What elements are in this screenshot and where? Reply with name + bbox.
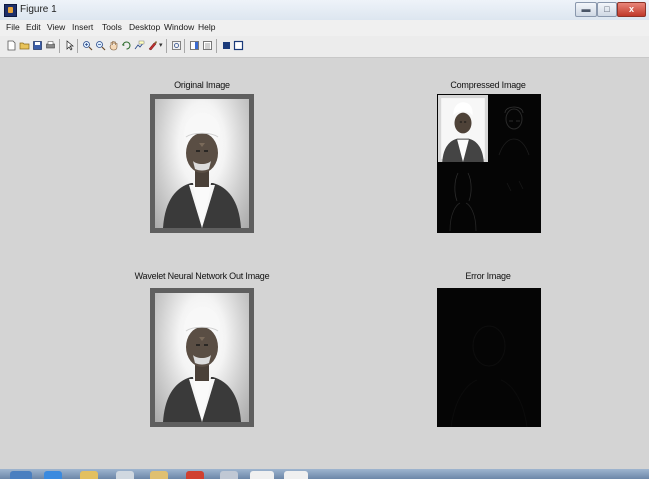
diagonal-detail-subband [506,180,524,192]
compressed-image-title: Compressed Image [450,80,526,90]
minimize-icon: ▬ [581,4,591,14]
insert-legend-icon[interactable] [202,40,213,51]
edit-plot-arrow-icon[interactable] [64,40,75,51]
approximation-subband [438,95,488,162]
taskbar-app[interactable] [116,471,134,479]
portrait-figure [163,113,241,228]
zoom-in-icon[interactable] [82,40,93,51]
taskbar-app[interactable] [150,471,168,479]
toolbar-separator [166,39,167,53]
start-button[interactable] [10,471,32,479]
link-plot-icon[interactable] [171,40,182,51]
original-image [150,94,254,233]
figure-toolbar: ▾ [0,36,649,58]
toolbar-separator [77,39,78,53]
error-image [437,288,541,428]
wnn-output-image-title: Wavelet Neural Network Out Image [134,271,270,281]
menu-bar: File Edit View Insert Tools Desktop Wind… [0,20,649,36]
menu-edit[interactable]: Edit [26,22,41,32]
windows-taskbar [0,469,649,479]
taskbar-app[interactable] [220,471,238,479]
menu-desktop[interactable]: Desktop [129,22,160,32]
save-icon[interactable] [32,40,43,51]
error-image-title: Error Image [465,271,511,281]
minimize-button[interactable]: ▬ [575,2,597,17]
zoom-out-icon[interactable] [95,40,106,51]
insert-colorbar-icon[interactable] [189,40,200,51]
print-icon[interactable] [45,40,56,51]
error-residual [450,325,528,428]
horizontal-detail-subband [498,106,530,156]
maximize-icon: □ [604,4,610,14]
new-figure-icon[interactable] [6,40,17,51]
window-title: Figure 1 [20,4,57,15]
wnn-output-image [150,288,254,427]
show-plot-tools-icon[interactable] [233,40,244,51]
taskbar-app-figure[interactable] [284,471,308,479]
data-cursor-icon[interactable] [134,40,145,51]
hide-plot-tools-icon[interactable] [221,40,232,51]
matlab-figure-icon [4,4,17,17]
close-icon: x [628,4,634,14]
original-image-title: Original Image [174,80,230,90]
taskbar-app-explorer[interactable] [80,471,98,479]
portrait-figure [163,307,241,422]
maximize-button[interactable]: □ [597,2,617,17]
taskbar-app[interactable] [186,471,204,479]
toolbar-separator [59,39,60,53]
taskbar-app-matlab[interactable] [250,471,274,479]
taskbar-app-ie[interactable] [44,471,62,479]
close-button[interactable]: x [617,2,646,17]
brush-dropdown-icon[interactable]: ▾ [159,41,163,49]
rotate-3d-icon[interactable] [121,40,132,51]
toolbar-separator [184,39,185,53]
menu-view[interactable]: View [47,22,65,32]
toolbar-separator [216,39,217,53]
menu-window[interactable]: Window [164,22,194,32]
compressed-image [437,94,541,233]
menu-file[interactable]: File [6,22,20,32]
vertical-detail-subband [449,172,477,232]
matlab-figure-window: Figure 1 ▬ □ x File Edit View Insert Too… [0,0,649,479]
menu-tools[interactable]: Tools [102,22,122,32]
figure-canvas[interactable]: Original Image Compressed Image Wavelet … [0,58,649,469]
pan-icon[interactable] [108,40,119,51]
menu-help[interactable]: Help [198,22,215,32]
open-file-icon[interactable] [19,40,30,51]
approximation-portrait [438,95,488,162]
brush-icon[interactable] [147,40,158,51]
menu-insert[interactable]: Insert [72,22,93,32]
title-bar[interactable]: Figure 1 ▬ □ x [0,0,649,20]
